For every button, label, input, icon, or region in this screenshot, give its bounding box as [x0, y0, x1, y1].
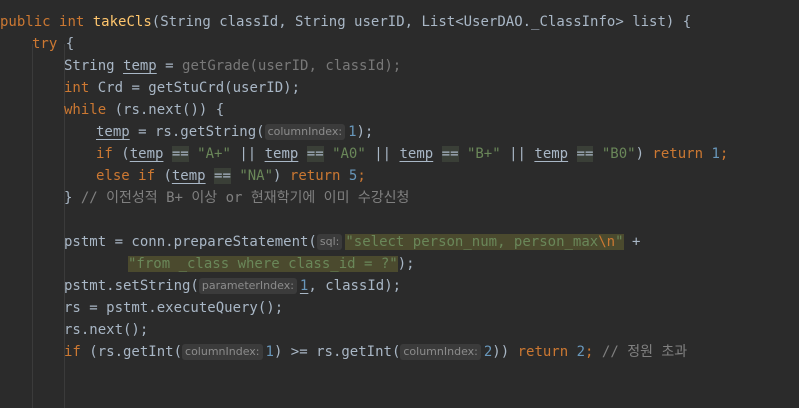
code-line-if-full[interactable]: if (rs.getInt(columnIndex: 1) >= rs.getIn…	[64, 341, 687, 363]
keyword: if	[138, 168, 156, 184]
code-line-while[interactable]: while (rs.next()) {	[64, 99, 224, 121]
brace: {	[57, 36, 75, 52]
code-line-else-if[interactable]: else if (temp == "NA") return 5;	[96, 165, 366, 187]
operator: ==	[171, 146, 189, 162]
string: "A+"	[197, 146, 231, 162]
brace: }	[64, 190, 81, 206]
code-text: rs.next();	[64, 322, 149, 338]
code-text: pstmt.setString(	[64, 278, 199, 294]
operator: ==	[306, 146, 324, 162]
number: 2	[576, 344, 586, 360]
semicolon: ;	[585, 344, 602, 360]
code-line-executequery[interactable]: rs = pstmt.executeQuery();	[64, 297, 283, 319]
parameter-hint: columnIndex:	[182, 344, 263, 360]
assign: =	[156, 58, 183, 74]
code-text: +	[623, 234, 641, 250]
call: getGrade(userID, classId);	[182, 58, 402, 74]
variable: temp	[123, 58, 157, 74]
code-text: rs = pstmt.executeQuery();	[64, 300, 284, 316]
parameter-hint: columnIndex:	[400, 344, 481, 360]
semicolon: ;	[357, 168, 366, 184]
code-text: , classId);	[308, 278, 402, 294]
code-text: );	[397, 256, 415, 272]
string: "B+"	[466, 146, 501, 162]
code-text: ) >= rs.getInt(	[273, 344, 401, 360]
code-text: (	[112, 146, 130, 162]
keyword: if	[96, 146, 113, 162]
string: "from _class where class_id = ?"	[128, 256, 398, 272]
operator: ==	[214, 168, 231, 184]
code-line-temp-getgrade[interactable]: String temp = getGrade(userID, classId);	[64, 55, 401, 77]
escape-seq: \n	[598, 234, 616, 250]
parameter-hint: parameterIndex:	[198, 278, 297, 294]
keyword: return	[289, 168, 341, 184]
keyword: public	[0, 14, 51, 30]
code-line-prepare[interactable]: pstmt = conn.prepareStatement(sql: "selec…	[64, 231, 640, 253]
keyword: return	[517, 344, 569, 360]
code-text: (rs.getInt(	[80, 344, 183, 360]
parameter-hint: columnIndex:	[264, 124, 346, 140]
code-text: )	[635, 146, 653, 162]
keyword: while	[64, 102, 107, 118]
number: 1	[265, 344, 274, 360]
string-text: "	[615, 234, 624, 250]
code-text: )	[273, 168, 290, 184]
semicolon: ;	[719, 146, 729, 162]
variable: temp	[264, 146, 299, 162]
operator: ==	[441, 146, 459, 162]
string: "NA"	[239, 168, 274, 184]
keyword: int	[64, 80, 90, 96]
comment: // 정원 초과	[601, 344, 688, 360]
code-text: );	[356, 124, 374, 140]
code-text: (rs.next()) {	[106, 102, 225, 118]
type: String	[64, 58, 124, 74]
indent-guide	[32, 44, 33, 408]
code-text: ))	[492, 344, 518, 360]
code-text: Crd = getStuCrd(userID);	[89, 80, 301, 96]
code-text: ||	[500, 146, 535, 162]
variable: temp	[534, 146, 569, 162]
keyword: return	[652, 146, 703, 162]
keyword: int	[59, 14, 85, 30]
code-line-temp-getstring[interactable]: temp = rs.getString(columnIndex: 1);	[96, 121, 373, 143]
keyword: try	[32, 36, 58, 52]
operator: ==	[576, 146, 594, 162]
number: 1	[348, 124, 357, 140]
code-line-setstring[interactable]: pstmt.setString(parameterIndex: 1, classI…	[64, 275, 401, 297]
number: 1	[711, 146, 720, 162]
variable: temp	[129, 146, 164, 162]
code-text: = rs.getString(	[129, 124, 265, 140]
string: "B0"	[601, 146, 636, 162]
code-text: (	[155, 168, 172, 184]
string: "select person_num, person_max\n"	[345, 234, 624, 250]
code-line-rsnext[interactable]: rs.next();	[64, 319, 148, 341]
string: "A0"	[332, 146, 366, 162]
keyword: if	[64, 344, 81, 360]
code-line-if-grades[interactable]: if (temp == "A+" || temp == "A0" || temp…	[96, 143, 728, 165]
comment: // 이전성적 B+ 이상 or 현재학기에 이미 수강신청	[80, 190, 410, 206]
code-line-crd[interactable]: int Crd = getStuCrd(userID);	[64, 77, 300, 99]
code-line-close-while[interactable]: } // 이전성적 B+ 이상 or 현재학기에 이미 수강신청	[64, 187, 409, 209]
code-line-prepare-cont[interactable]: "from _class where class_id = ?");	[128, 253, 415, 275]
method-name: takeCls	[92, 14, 152, 30]
variable: temp	[96, 124, 130, 140]
code-text: ||	[230, 146, 265, 162]
code-editor[interactable]: public int takeCls(String classId, Strin…	[0, 0, 799, 408]
code-text: ||	[365, 146, 400, 162]
code-text: pstmt = conn.prepareStatement(	[64, 234, 317, 250]
code-line-method-signature[interactable]: public int takeCls(String classId, Strin…	[0, 11, 691, 33]
code-line-try[interactable]: try {	[32, 33, 74, 55]
keyword: else	[96, 168, 130, 184]
variable: temp	[171, 168, 206, 184]
params: (String classId, String userID, List<Use…	[151, 14, 692, 30]
string-text: "select person_num, person_max	[345, 234, 599, 250]
parameter-hint: sql:	[316, 234, 343, 250]
variable: temp	[399, 146, 434, 162]
